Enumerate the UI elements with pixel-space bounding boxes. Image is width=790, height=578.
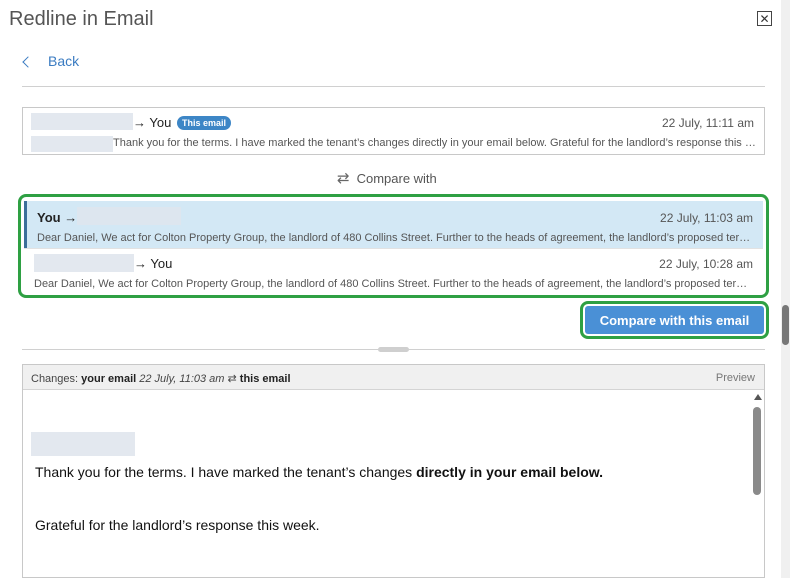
recipient-label: → You <box>133 115 172 130</box>
close-icon[interactable]: ✕ <box>757 11 772 26</box>
changes-body: Thank you for the terms. I have marked t… <box>23 390 750 577</box>
compare-button-highlight: Compare with this email <box>580 301 769 339</box>
compare-option[interactable]: → You 22 July, 10:28 am Dear Daniel, We … <box>24 248 763 292</box>
divider <box>22 86 765 87</box>
compare-options-list: You → 22 July, 11:03 am Dear Daniel, We … <box>18 194 769 298</box>
chevron-left-icon <box>22 55 34 68</box>
changes-paragraph: Grateful for the landlord’s response thi… <box>35 517 320 533</box>
back-label: Back <box>48 53 80 69</box>
recipient-label: → You <box>134 256 173 271</box>
compare-with-this-email-button[interactable]: Compare with this email <box>585 306 764 334</box>
changes-panel: Changes: your email 22 July, 11:03 am ⇄ … <box>22 364 765 578</box>
changes-header: Changes: your email 22 July, 11:03 am ⇄ … <box>23 365 764 390</box>
option-time: 22 July, 11:03 am <box>660 211 753 225</box>
preview-label: Preview <box>715 372 755 384</box>
sender-label: You → <box>37 210 78 225</box>
changes-description: Changes: your email 22 July, 11:03 am ⇄ … <box>31 373 291 385</box>
scrollbar-thumb[interactable] <box>753 407 761 495</box>
scrollbar-thumb[interactable] <box>782 305 789 345</box>
option-preview: Dear Daniel, We act for Colton Property … <box>37 232 757 244</box>
compare-option-selected[interactable]: You → 22 July, 11:03 am Dear Daniel, We … <box>24 201 763 248</box>
greeting-redacted <box>31 432 135 456</box>
compare-with-label: ⇄ Compare with <box>337 170 437 187</box>
sender-redacted <box>34 254 134 272</box>
email-time: 22 July, 11:11 am <box>661 116 754 130</box>
option-time: 22 July, 10:28 am <box>659 257 753 271</box>
scroll-up-icon[interactable] <box>754 394 762 400</box>
window-scrollbar[interactable] <box>781 0 790 578</box>
current-email-item[interactable]: → You This email 22 July, 11:11 am Thank… <box>22 107 765 155</box>
divider <box>22 349 765 350</box>
changes-paragraph: Thank you for the terms. I have marked t… <box>35 464 604 480</box>
changes-scrollbar[interactable] <box>750 390 764 577</box>
this-email-badge: This email <box>177 116 232 130</box>
recipient-redacted <box>77 207 181 225</box>
back-button[interactable]: Back <box>22 53 80 69</box>
swap-arrows-icon: ⇄ <box>337 170 350 187</box>
email-preview: Thank you for the terms. I have marked t… <box>113 137 756 149</box>
sender-redacted <box>31 113 133 130</box>
window-title: Redline in Email <box>9 8 154 30</box>
option-preview: Dear Daniel, We act for Colton Property … <box>34 278 754 290</box>
sender-redacted <box>31 136 113 152</box>
